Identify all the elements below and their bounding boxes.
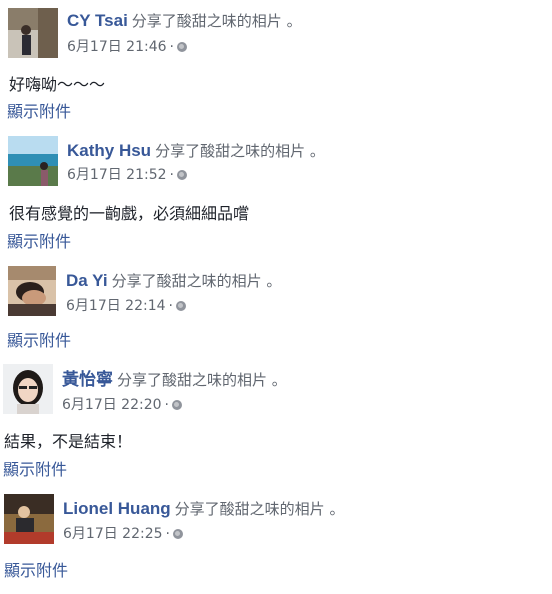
meta-separator: · — [165, 526, 170, 542]
show-attachment-link[interactable]: 顯示附件 — [7, 102, 71, 122]
avatar[interactable] — [3, 364, 53, 414]
post-meta: 6月17日 22:25 · — [63, 525, 183, 543]
author-name[interactable]: CY Tsai — [67, 11, 128, 30]
meta-separator: · — [169, 39, 174, 55]
meta-separator: · — [168, 298, 173, 314]
post-meta: 6月17日 22:14 · — [66, 297, 186, 315]
share-action-text: 分享了酸甜之味的相片 。 — [111, 272, 282, 290]
post-text: 好嗨呦～～～ — [9, 75, 106, 94]
post-text: 結果，不是結束！ — [4, 432, 133, 451]
avatar[interactable] — [8, 8, 58, 58]
globe-icon[interactable] — [176, 42, 187, 52]
avatar[interactable] — [8, 266, 56, 316]
post-meta: 6月17日 22:20 · — [62, 396, 182, 414]
timestamp[interactable]: 6月17日 22:14 — [66, 298, 166, 314]
show-attachment-link[interactable]: 顯示附件 — [3, 460, 67, 480]
post-header: Lionel Huang 分享了酸甜之味的相片 。 — [63, 499, 344, 519]
post-header: Da Yi 分享了酸甜之味的相片 。 — [66, 271, 281, 291]
author-name[interactable]: 黃怡寧 — [62, 370, 113, 389]
show-attachment-link[interactable]: 顯示附件 — [7, 331, 71, 351]
show-attachment-link[interactable]: 顯示附件 — [7, 232, 71, 252]
avatar[interactable] — [8, 136, 58, 186]
post-meta: 6月17日 21:52 · — [67, 166, 187, 184]
meta-separator: · — [169, 167, 174, 183]
globe-icon[interactable] — [172, 529, 183, 539]
post-header: CY Tsai 分享了酸甜之味的相片 。 — [67, 11, 302, 31]
globe-icon[interactable] — [176, 170, 187, 180]
share-action-text: 分享了酸甜之味的相片 。 — [174, 500, 345, 518]
show-attachment-link[interactable]: 顯示附件 — [4, 561, 68, 581]
author-name[interactable]: Da Yi — [66, 271, 108, 290]
share-action-text: 分享了酸甜之味的相片 。 — [131, 12, 302, 30]
globe-icon[interactable] — [175, 301, 186, 311]
share-action-text: 分享了酸甜之味的相片 。 — [117, 371, 287, 389]
post-header: 黃怡寧 分享了酸甜之味的相片 。 — [62, 370, 287, 390]
post-text: 很有感覺的一齣戲，必須細細品嚐 — [9, 204, 250, 223]
timestamp[interactable]: 6月17日 22:20 — [62, 397, 162, 413]
avatar[interactable] — [4, 494, 54, 544]
post-meta: 6月17日 21:46 · — [67, 38, 187, 56]
post-header: Kathy Hsu 分享了酸甜之味的相片 。 — [67, 141, 325, 161]
author-name[interactable]: Lionel Huang — [63, 499, 171, 518]
timestamp[interactable]: 6月17日 21:46 — [67, 39, 167, 55]
timestamp[interactable]: 6月17日 22:25 — [63, 526, 163, 542]
share-action-text: 分享了酸甜之味的相片 。 — [155, 142, 325, 160]
timestamp[interactable]: 6月17日 21:52 — [67, 167, 167, 183]
author-name[interactable]: Kathy Hsu — [67, 141, 151, 160]
meta-separator: · — [164, 397, 169, 413]
globe-icon[interactable] — [171, 400, 182, 410]
